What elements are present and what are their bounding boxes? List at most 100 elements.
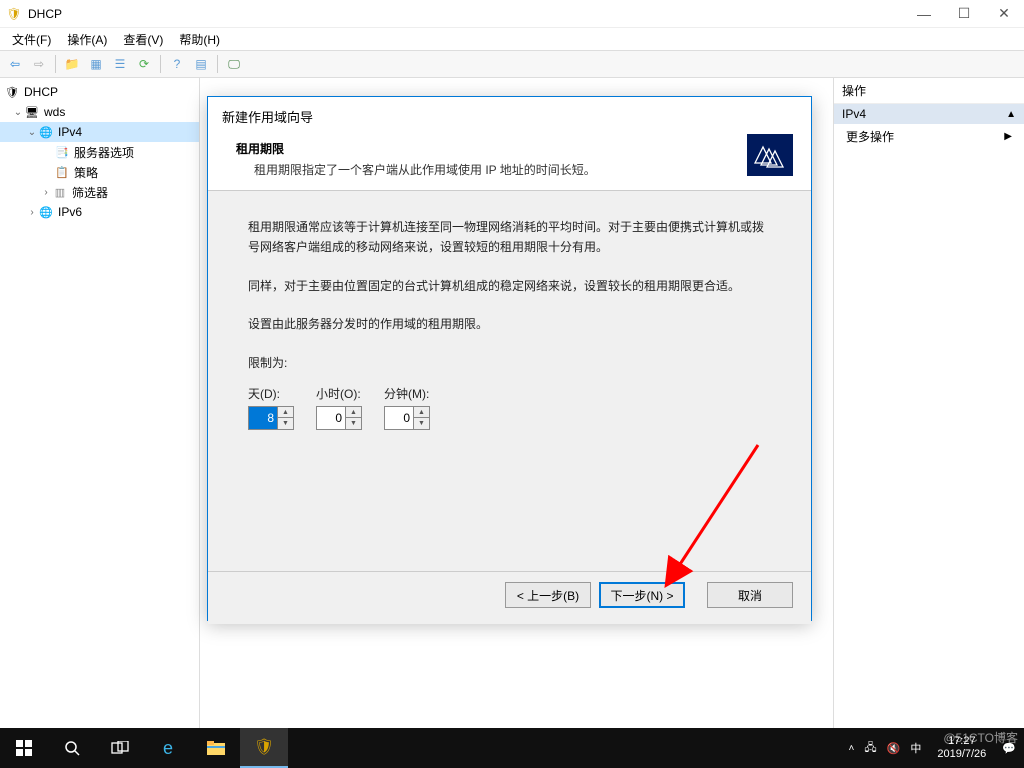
wizard-dialog: 新建作用域向导 租用期限 租用期限指定了一个客户端从此作用域使用 IP 地址的时… — [207, 96, 812, 621]
actions-more[interactable]: 更多操作 ▶ — [834, 124, 1024, 149]
explorer-button[interactable] — [192, 728, 240, 768]
expand-icon[interactable]: ⌄ — [26, 127, 38, 138]
spinner-down-icon[interactable]: ▼ — [346, 418, 361, 429]
dhcp-task-button[interactable]: 🛡 — [240, 728, 288, 768]
tree-ipv6[interactable]: › 🌐 IPv6 — [0, 202, 199, 222]
list-view-button[interactable]: ▦ — [85, 53, 107, 75]
minutes-label: 分钟(M): — [384, 385, 429, 402]
sound-icon[interactable]: 🔇 — [887, 742, 901, 755]
tree-server-label: wds — [44, 105, 65, 119]
window-controls: — ☐ ✕ — [904, 0, 1024, 28]
search-button[interactable] — [48, 728, 96, 768]
ipv4-icon: 🌐 — [38, 124, 54, 140]
minimize-button[interactable]: — — [904, 0, 944, 28]
wizard-icon — [747, 134, 793, 176]
hours-label: 小时(O): — [316, 385, 361, 402]
wizard-title: 新建作用域向导 — [208, 97, 811, 130]
detail-view-button[interactable]: ☰ — [109, 53, 131, 75]
days-spinner[interactable]: ▲▼ — [248, 406, 294, 430]
days-input[interactable] — [249, 407, 277, 429]
titlebar: 🛡 DHCP — ☐ ✕ — [0, 0, 1024, 28]
app-icon: 🛡 — [6, 6, 22, 22]
spinner-up-icon[interactable]: ▲ — [346, 407, 361, 419]
policies-icon: 📋 — [54, 164, 70, 180]
back-button[interactable]: ⇦ — [4, 53, 26, 75]
wizard-footer: < 上一步(B) 下一步(N) > 取消 — [208, 571, 811, 624]
minutes-column: 分钟(M): ▲▼ — [384, 385, 430, 430]
clock-date: 2019/7/26 — [937, 748, 986, 761]
spinner-down-icon[interactable]: ▼ — [278, 418, 293, 429]
separator — [55, 55, 56, 73]
tree-server[interactable]: ⌄ 🖥 wds — [0, 102, 199, 122]
hours-input[interactable] — [317, 407, 345, 429]
forward-button[interactable]: ⇨ — [28, 53, 50, 75]
expand-icon[interactable]: › — [40, 187, 52, 198]
days-label: 天(D): — [248, 385, 280, 402]
close-button[interactable]: ✕ — [984, 0, 1024, 28]
spinner-up-icon[interactable]: ▲ — [278, 407, 293, 419]
tree-server-options[interactable]: 📑 服务器选项 — [0, 142, 199, 162]
menu-help[interactable]: 帮助(H) — [171, 29, 228, 50]
up-button[interactable]: 📁 — [61, 53, 83, 75]
back-button[interactable]: < 上一步(B) — [505, 582, 591, 608]
expand-icon[interactable]: ⌄ — [12, 107, 24, 118]
window-title: DHCP — [28, 7, 904, 21]
ipv6-icon: 🌐 — [38, 204, 54, 220]
duration-row: 天(D): ▲▼ 小时(O): ▲▼ 分钟(M): ▲▼ — [248, 385, 771, 430]
actions-scope[interactable]: IPv4 ▲ — [834, 104, 1024, 124]
minutes-spinner[interactable]: ▲▼ — [384, 406, 430, 430]
minutes-input[interactable] — [385, 407, 413, 429]
wizard-header: 租用期限 租用期限指定了一个客户端从此作用域使用 IP 地址的时间长短。 — [208, 130, 811, 191]
dhcp-icon: 🛡 — [4, 84, 20, 100]
tree-filters-label: 筛选器 — [72, 184, 108, 201]
tree-filters[interactable]: › ▥ 筛选器 — [0, 182, 199, 202]
wizard-body: 租用期限通常应该等于计算机连接至同一物理网络消耗的平均时间。对于主要由便携式计算… — [208, 191, 811, 571]
ie-button[interactable]: e — [144, 728, 192, 768]
hours-spinner[interactable]: ▲▼ — [316, 406, 362, 430]
ime-indicator[interactable]: 中 — [910, 740, 921, 756]
hours-column: 小时(O): ▲▼ — [316, 385, 362, 430]
separator — [217, 55, 218, 73]
help-button[interactable]: ? — [166, 53, 188, 75]
separator — [160, 55, 161, 73]
tree-policies-label: 策略 — [74, 164, 98, 181]
properties-button[interactable]: ▤ — [190, 53, 212, 75]
tree-policies[interactable]: 📋 策略 — [0, 162, 199, 182]
refresh-button[interactable]: ⟳ — [133, 53, 155, 75]
server-icon: 🖥 — [24, 104, 40, 120]
wizard-paragraph-1: 租用期限通常应该等于计算机连接至同一物理网络消耗的平均时间。对于主要由便携式计算… — [248, 217, 771, 258]
menu-action[interactable]: 操作(A) — [59, 29, 115, 50]
toolbar: ⇦ ⇨ 📁 ▦ ☰ ⟳ ? ▤ 🖵 — [0, 50, 1024, 78]
tree-root[interactable]: 🛡 DHCP — [0, 82, 199, 102]
tree-server-options-label: 服务器选项 — [74, 144, 134, 161]
tree-ipv4[interactable]: ⌄ 🌐 IPv4 — [0, 122, 199, 142]
spinner-up-icon[interactable]: ▲ — [414, 407, 429, 419]
monitor-button[interactable]: 🖵 — [223, 53, 245, 75]
wizard-paragraph-2: 同样，对于主要由位置固定的台式计算机组成的稳定网络来说，设置较长的租用期限更合适… — [248, 276, 771, 296]
menu-view[interactable]: 查看(V) — [115, 29, 171, 50]
wizard-paragraph-3: 设置由此服务器分发时的作用域的租用期限。 — [248, 314, 771, 334]
tray-up-icon[interactable]: ˄ — [849, 743, 855, 754]
chevron-up-icon: ▲ — [1006, 109, 1016, 120]
wizard-limit-label: 限制为: — [248, 353, 771, 373]
expand-icon[interactable]: › — [26, 207, 38, 218]
filters-icon: ▥ — [52, 184, 68, 200]
tree-panel: 🛡 DHCP ⌄ 🖥 wds ⌄ 🌐 IPv4 📑 服务器选项 📋 策略 › — [0, 78, 200, 728]
days-column: 天(D): ▲▼ — [248, 385, 294, 430]
start-button[interactable] — [0, 728, 48, 768]
wizard-header-title: 租用期限 — [236, 140, 747, 157]
chevron-right-icon: ▶ — [1004, 131, 1012, 142]
actions-header: 操作 — [834, 78, 1024, 104]
actions-panel: 操作 IPv4 ▲ 更多操作 ▶ — [834, 78, 1024, 728]
cancel-button[interactable]: 取消 — [707, 582, 793, 608]
network-icon[interactable]: 🖧 — [864, 739, 876, 758]
task-view-button[interactable] — [96, 728, 144, 768]
next-button[interactable]: 下一步(N) > — [599, 582, 685, 608]
tree-root-label: DHCP — [24, 85, 58, 99]
spinner-down-icon[interactable]: ▼ — [414, 418, 429, 429]
watermark: @51CTO博客 — [943, 729, 1018, 746]
menu-file[interactable]: 文件(F) — [4, 29, 59, 50]
maximize-button[interactable]: ☐ — [944, 0, 984, 28]
actions-scope-label: IPv4 — [842, 107, 866, 121]
menubar: 文件(F) 操作(A) 查看(V) 帮助(H) — [0, 28, 1024, 50]
